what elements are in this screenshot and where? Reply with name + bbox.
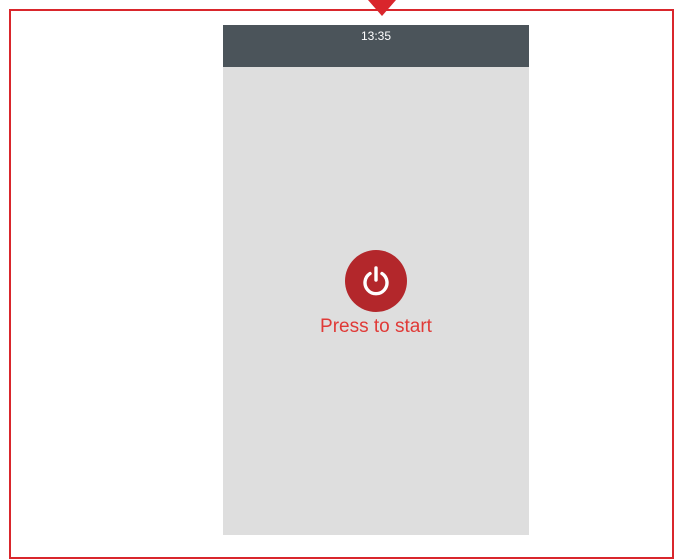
power-button[interactable] bbox=[345, 250, 407, 312]
status-bar: 13:35 bbox=[223, 25, 529, 67]
power-icon bbox=[359, 264, 393, 298]
device-screen: 13:35 Press to start bbox=[223, 25, 529, 535]
status-time: 13:35 bbox=[360, 29, 392, 43]
start-area: Press to start bbox=[223, 250, 529, 338]
start-label[interactable]: Press to start bbox=[223, 316, 529, 338]
frame-marker-arrow bbox=[368, 0, 396, 16]
